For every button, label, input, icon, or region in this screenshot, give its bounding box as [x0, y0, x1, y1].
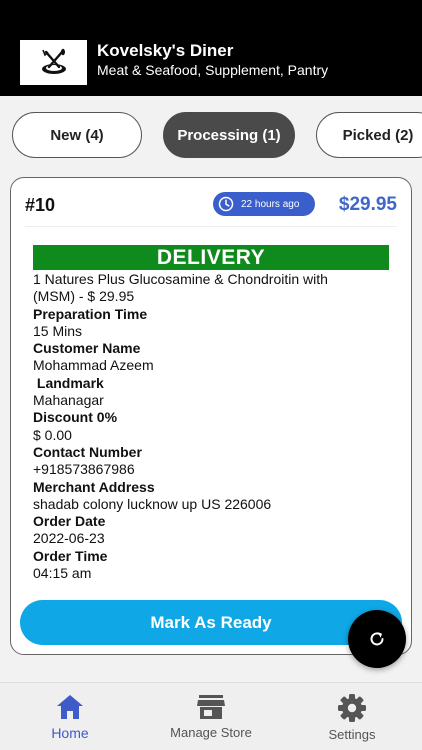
prep-time-value: 15 Mins — [33, 322, 83, 339]
store-logo — [20, 40, 87, 85]
order-details: 1 Natures Plus Glucosamine & Chondroitin… — [33, 271, 373, 582]
prep-time-label: Preparation Time — [33, 305, 148, 322]
home-icon — [57, 695, 83, 719]
time-ago-badge: 22 hours ago — [213, 192, 315, 216]
refresh-button[interactable] — [348, 610, 406, 668]
divider — [25, 226, 397, 227]
store-name: Kovelsky's Diner — [97, 41, 234, 60]
discount-value: $ 0.00 — [33, 426, 72, 443]
order-time-label: Order Time — [33, 547, 108, 564]
bottom-navigation: Home Manage Store Settings — [0, 682, 422, 750]
nav-manage-store-label: Manage Store — [170, 725, 252, 740]
time-ago-text: 22 hours ago — [241, 198, 300, 210]
tab-new[interactable]: New (4) — [12, 112, 142, 158]
landmark-label: Landmark — [33, 374, 104, 391]
contact-number-value: +918573867986 — [33, 461, 135, 478]
order-date-label: Order Date — [33, 513, 106, 530]
landmark-value: Mahanagar — [33, 392, 104, 409]
customer-name-label: Customer Name — [33, 340, 141, 357]
order-number: #10 — [25, 195, 56, 215]
nav-manage-store[interactable]: Manage Store — [141, 683, 281, 750]
order-date-value: 2022-06-23 — [33, 530, 105, 547]
nav-settings[interactable]: Settings — [282, 683, 422, 750]
app-header: Kovelsky's Diner Meat & Seafood, Supplem… — [0, 0, 422, 96]
order-status-tabs: New (4) Processing (1) Picked (2) — [0, 112, 422, 160]
merchant-address-value: shadab colony lucknow up US 226006 — [33, 495, 272, 512]
delivery-type-banner: DELIVERY — [33, 245, 389, 270]
contact-number-label: Contact Number — [33, 443, 142, 460]
tab-picked[interactable]: Picked (2) — [316, 112, 422, 158]
nav-home-label: Home — [51, 725, 89, 741]
store-categories: Meat & Seafood, Supplement, Pantry — [97, 62, 329, 78]
nav-settings-label: Settings — [328, 727, 376, 742]
customer-name-value: Mohammad Azeem — [33, 357, 154, 374]
tab-processing[interactable]: Processing (1) — [163, 112, 295, 158]
gear-icon — [338, 694, 366, 722]
clock-icon — [218, 196, 234, 212]
fork-knife-plate-icon — [41, 48, 66, 74]
refresh-icon — [370, 632, 384, 646]
order-card: #10 22 hours ago $29.95 DELIVERY 1 Natur… — [10, 177, 412, 655]
nav-home[interactable]: Home — [0, 683, 140, 750]
order-time-value: 04:15 am — [33, 565, 92, 582]
store-icon — [197, 695, 225, 719]
order-price: $29.95 — [338, 194, 397, 215]
merchant-address-label: Merchant Address — [33, 478, 155, 495]
order-item: 1 Natures Plus Glucosamine & Chondroitin… — [33, 271, 328, 305]
mark-as-ready-button[interactable]: Mark As Ready — [20, 600, 402, 645]
discount-label: Discount 0% — [33, 409, 118, 426]
